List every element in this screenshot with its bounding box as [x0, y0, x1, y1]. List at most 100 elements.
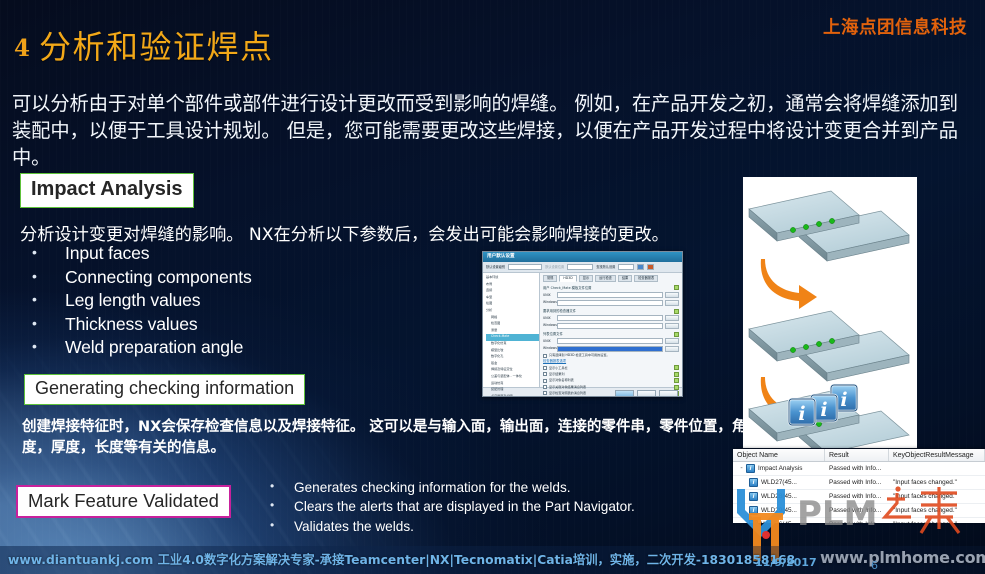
browse-button[interactable]: [665, 291, 679, 298]
group-title: 列表位置文件: [543, 332, 563, 337]
show-only-hd3d-checkbox-row[interactable]: 只有选择到 HD3D 检查工具中可用的设置。: [543, 353, 679, 358]
list-item: Generates checking information for the w…: [268, 477, 635, 497]
os-label: Windows: [543, 323, 557, 328]
tree-item[interactable]: 检查图: [486, 321, 539, 328]
table-row[interactable]: i WLD27(45... Passed with Info... "Input…: [733, 476, 985, 490]
table-row[interactable]: i WLD26(45... Passed with Info... "Input…: [733, 518, 985, 523]
option-row[interactable]: 显示结果列: [543, 371, 679, 377]
list-item: Input faces: [30, 241, 252, 266]
checkbox-label: 只有选择到 HD3D 检查工具中可用的设置。: [549, 353, 610, 358]
checkbox-icon[interactable]: [543, 372, 547, 377]
checkbox-icon[interactable]: [543, 391, 547, 396]
info-icon: i: [749, 520, 758, 523]
checkbox-icon[interactable]: [543, 378, 547, 383]
tree-item[interactable]: 数字化仿真: [486, 341, 539, 348]
search-icon[interactable]: [637, 264, 645, 270]
tree-item[interactable]: 钣金: [486, 361, 539, 368]
weld-point: [803, 224, 809, 230]
check-results-table: Object Name Result KeyObjectResultMessag…: [733, 449, 985, 523]
weld-stage-1: [748, 190, 910, 262]
cell-result: Passed with Info...: [829, 465, 882, 472]
browse-button[interactable]: [665, 299, 679, 306]
weld-point: [790, 347, 796, 353]
default-indicator-icon: [674, 331, 679, 337]
tree-item[interactable]: 网格: [486, 315, 539, 322]
tab-general[interactable]: 常规: [543, 275, 558, 282]
checkbox-icon[interactable]: [543, 353, 547, 358]
browse-button[interactable]: [665, 315, 679, 322]
os-label: UNIX: [543, 315, 551, 320]
dialog-category-tree[interactable]: 基本环境 布局 连接 车型 绘图 分析 网格 检查图 测量 Check-Mate…: [483, 273, 540, 396]
weld-process-illustration: i i i: [743, 177, 917, 448]
browse-button[interactable]: [665, 322, 679, 329]
company-brand: 上海点团信息科技: [823, 18, 967, 38]
path-input[interactable]: [557, 338, 663, 345]
tab-display[interactable]: 显示: [578, 275, 594, 282]
field-row: UNIX: [543, 291, 679, 298]
apply-button[interactable]: [637, 389, 656, 396]
checkbox-icon[interactable]: [543, 385, 547, 390]
tree-item[interactable]: 基本环境: [486, 275, 539, 282]
checkbox-icon[interactable]: [543, 365, 547, 370]
tree-item[interactable]: 连接: [486, 288, 539, 295]
default-indicator-icon: [674, 285, 679, 291]
tree-item[interactable]: 运动仿真: [486, 381, 539, 388]
os-label: UNIX: [543, 292, 551, 297]
page-number: 6: [871, 559, 878, 572]
svg-text:i: i: [840, 389, 847, 411]
impact-analysis-bullets: Input faces Connecting components Leg le…: [30, 241, 252, 360]
tab-results[interactable]: 结果: [617, 275, 633, 282]
option-label: 显示结果列: [549, 371, 565, 376]
browse-button[interactable]: [665, 338, 679, 345]
tree-item[interactable]: 测量: [486, 328, 539, 335]
find-defaults-select[interactable]: [618, 264, 635, 270]
list-item: Validates the welds.: [268, 516, 635, 536]
table-row[interactable]: - i Impact Analysis Passed with Info...: [733, 462, 985, 476]
cell-result: Passed with Info...: [829, 507, 882, 514]
option-row[interactable]: 显示对象名称列表: [543, 378, 679, 384]
cell-message: [889, 462, 985, 475]
tree-item[interactable]: 布局: [486, 282, 539, 289]
impact-analysis-label-box: Impact Analysis: [20, 173, 194, 208]
path-input[interactable]: [557, 299, 663, 306]
tab-checker-report[interactable]: 检查器报表: [634, 275, 659, 282]
checker-report-options-link[interactable]: 检查器报表选项: [543, 359, 679, 364]
tab-hd3d[interactable]: HD3D: [559, 275, 577, 282]
path-input[interactable]: [557, 315, 663, 322]
field-row: UNIX: [543, 338, 679, 345]
expand-twisty-icon[interactable]: -: [737, 465, 746, 472]
tree-item[interactable]: 模型比较: [486, 348, 539, 355]
tree-item[interactable]: 数字化孔: [486, 354, 539, 361]
tree-item[interactable]: 绘图: [486, 301, 539, 308]
nx-user-defaults-dialog-screenshot: 用户默认设置 默认设置级别 默认设置位置 查找默认设置 基本环境 布局 连接 车…: [482, 251, 683, 397]
dialog-tabs[interactable]: 常规 HD3D 显示 运行检查 结果 检查器报表: [543, 275, 679, 282]
table-row[interactable]: i WLD28(45... Passed with Info... "Input…: [733, 490, 985, 504]
dialog-title: 用户默认设置: [487, 254, 515, 259]
tree-item[interactable]: 焊接及特征定位: [486, 367, 539, 374]
defaults-location-select[interactable]: [567, 264, 594, 270]
intro-paragraph: 可以分析由于对单个部件或部件进行设计更改而受到影响的焊缝。 例如，在产品开发之初…: [12, 92, 958, 169]
browse-button[interactable]: [665, 345, 679, 352]
tab-run-check[interactable]: 运行检查: [595, 275, 616, 282]
tree-item[interactable]: 装配管理: [486, 387, 539, 394]
table-row[interactable]: i WLD29(45... Passed with Info... "Input…: [733, 504, 985, 518]
path-input[interactable]: [557, 322, 663, 329]
cell-object-name: WLD27(45...: [761, 479, 797, 486]
tree-item[interactable]: 公差与装配体 - 一体化: [486, 374, 539, 381]
dialog-toolbar: 默认设置级别 默认设置位置 查找默认设置: [483, 262, 682, 273]
cancel-button[interactable]: [659, 389, 678, 396]
default-indicator-icon: [674, 378, 679, 384]
option-row[interactable]: 显示小工具栏: [543, 365, 679, 371]
tree-item-check-mate[interactable]: Check-Mate: [486, 334, 539, 341]
weld-stage-2: [748, 310, 910, 382]
cell-result: Passed with Info...: [829, 493, 882, 500]
ok-button[interactable]: [615, 389, 634, 396]
mark-feature-validated-bullets: Generates checking information for the w…: [268, 477, 635, 536]
defaults-level-select[interactable]: [508, 264, 543, 270]
tree-item[interactable]: 分析: [486, 308, 539, 315]
tree-item[interactable]: 车型: [486, 295, 539, 302]
reset-icon[interactable]: [647, 264, 655, 270]
path-input-selected[interactable]: [557, 345, 663, 352]
cell-message: "Input faces changed.": [893, 479, 957, 486]
path-input[interactable]: [557, 291, 663, 298]
